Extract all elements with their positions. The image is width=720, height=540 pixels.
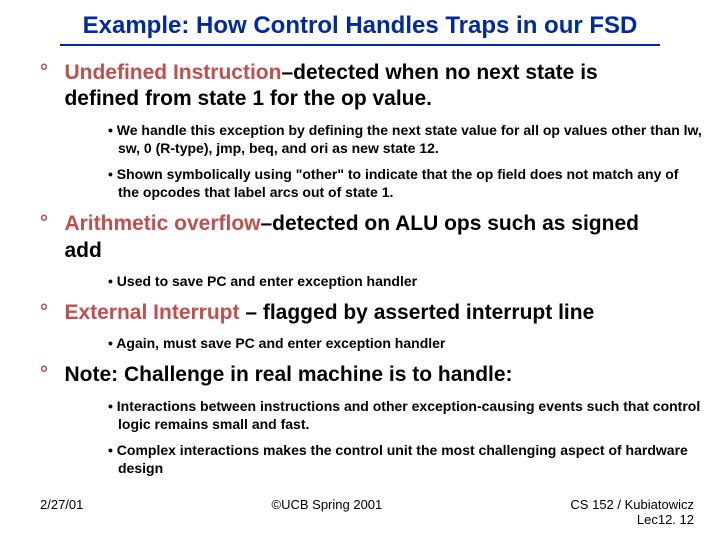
bullet-3-rest: – flagged by asserted interrupt line	[240, 301, 595, 324]
degree-icon: °	[40, 212, 60, 235]
sub-item: Used to save PC and enter exception hand…	[108, 272, 703, 290]
sub-item: Again, must save PC and enter exception …	[108, 334, 703, 352]
sub-item: Complex interactions makes the control u…	[108, 441, 703, 477]
sub-list-3: Again, must save PC and enter exception …	[108, 334, 703, 352]
degree-icon: °	[40, 363, 60, 386]
bullet-1-text: Undefined Instruction–detected when no n…	[64, 60, 664, 113]
bullet-4-rest: Note: Challenge in real machine is to ha…	[64, 363, 512, 386]
degree-icon: °	[40, 301, 60, 324]
footer: 2/27/01 ©UCB Spring 2001 CS 152 / Kubiat…	[0, 497, 720, 528]
bullet-4: ° Note: Challenge in real machine is to …	[40, 362, 680, 477]
footer-copyright: ©UCB Spring 2001	[83, 497, 570, 528]
sub-list-4: Interactions between instructions and ot…	[108, 397, 703, 478]
sub-list-2: Used to save PC and enter exception hand…	[108, 272, 703, 290]
footer-date: 2/27/01	[40, 497, 83, 528]
bullet-2: ° Arithmetic overflow–detected on ALU op…	[40, 211, 680, 290]
sub-list-1: We handle this exception by defining the…	[108, 121, 703, 202]
bullet-3: ° External Interrupt – flagged by assert…	[40, 300, 680, 352]
sub-item: We handle this exception by defining the…	[108, 121, 703, 157]
bullet-2-text: Arithmetic overflow–detected on ALU ops …	[64, 211, 664, 264]
bullet-1: ° Undefined Instruction–detected when no…	[40, 60, 680, 201]
bullet-2-red: Arithmetic overflow	[64, 212, 260, 235]
sub-item: Shown symbolically using "other" to indi…	[108, 165, 703, 201]
degree-icon: °	[40, 61, 60, 84]
slide-title: Example: How Control Handles Traps in ou…	[60, 12, 660, 46]
bullet-3-text: External Interrupt – flagged by asserted…	[64, 300, 664, 326]
bullet-3-red: External Interrupt	[64, 301, 239, 324]
bullet-1-red: Undefined Instruction	[64, 61, 281, 84]
bullet-4-text: Note: Challenge in real machine is to ha…	[64, 362, 664, 388]
footer-course: CS 152 / Kubiatowicz Lec12. 12	[570, 497, 694, 528]
sub-item: Interactions between instructions and ot…	[108, 397, 703, 433]
